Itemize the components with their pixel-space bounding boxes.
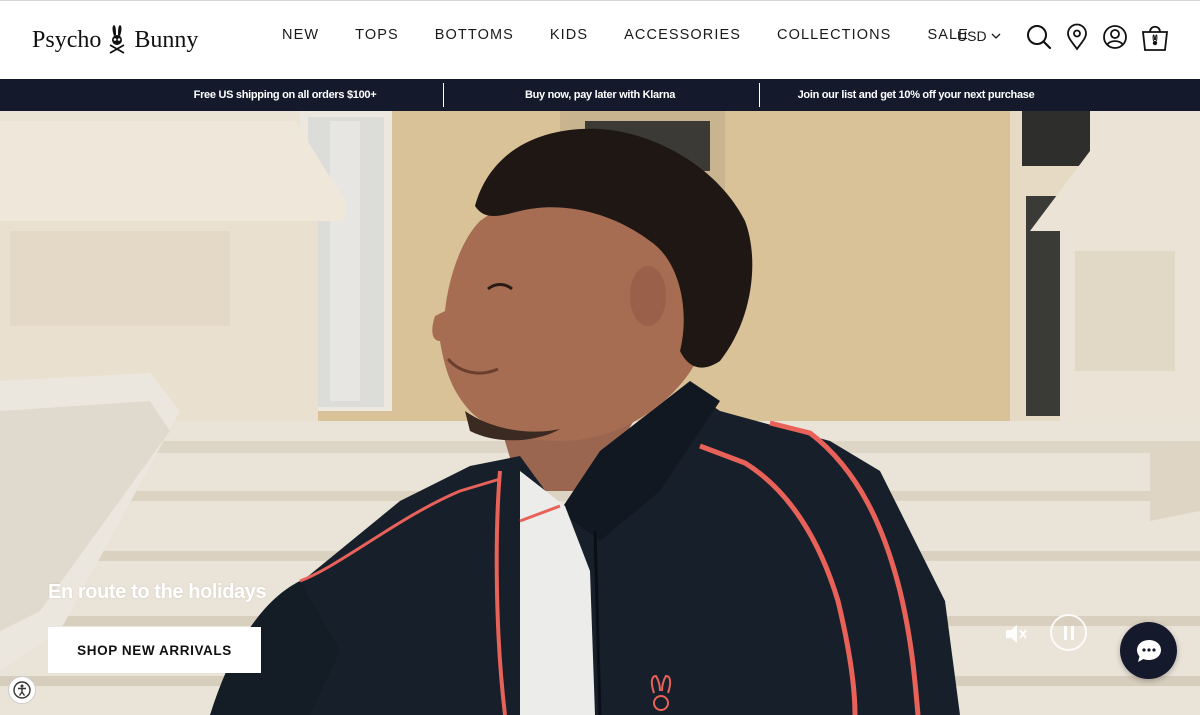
accessibility-icon (13, 681, 31, 699)
promo-newsletter[interactable]: Join our list and get 10% off your next … (776, 79, 1056, 111)
promo-free-shipping[interactable]: Free US shipping on all orders $100+ (140, 79, 430, 111)
logo-text-left: Psycho (32, 26, 102, 53)
nav-item-collections[interactable]: COLLECTIONS (777, 27, 891, 43)
nav-item-accessories[interactable]: ACCESSORIES (624, 27, 741, 43)
hero-heading: En route to the holidays (48, 581, 267, 603)
chat-icon (1136, 639, 1161, 662)
currency-selector[interactable]: USD (957, 28, 1001, 44)
logo[interactable]: Psycho Bunny (32, 23, 198, 57)
site-header: Psycho Bunny NEW TOPS BOTTOMS KIDS ACCES… (0, 0, 1200, 79)
nav-item-kids[interactable]: KIDS (550, 27, 588, 43)
promo-divider (759, 83, 760, 107)
pause-icon (1063, 625, 1074, 640)
store-locator-icon[interactable] (1064, 23, 1090, 51)
currency-label: USD (957, 28, 987, 44)
logo-text-right: Bunny (134, 26, 199, 53)
cart-icon[interactable] (1140, 23, 1170, 51)
nav-item-bottoms[interactable]: BOTTOMS (435, 27, 514, 43)
promo-klarna[interactable]: Buy now, pay later with Klarna (460, 79, 740, 111)
mute-icon[interactable] (1003, 621, 1029, 647)
hero-banner: En route to the holidays SHOP NEW ARRIVA… (0, 111, 1200, 715)
nav-item-new[interactable]: NEW (282, 27, 319, 43)
chevron-down-icon (991, 33, 1001, 39)
accessibility-button[interactable] (8, 676, 36, 704)
account-icon[interactable] (1102, 23, 1128, 51)
chat-button[interactable] (1120, 622, 1177, 679)
search-icon[interactable] (1026, 23, 1052, 51)
shop-new-arrivals-button[interactable]: SHOP NEW ARRIVALS (48, 627, 261, 673)
bunny-skull-icon (109, 25, 125, 54)
promo-bar: Free US shipping on all orders $100+ Buy… (0, 79, 1200, 111)
main-nav: NEW TOPS BOTTOMS KIDS ACCESSORIES COLLEC… (282, 27, 969, 43)
pause-button[interactable] (1050, 614, 1087, 651)
nav-item-tops[interactable]: TOPS (355, 27, 399, 43)
promo-divider (443, 83, 444, 107)
